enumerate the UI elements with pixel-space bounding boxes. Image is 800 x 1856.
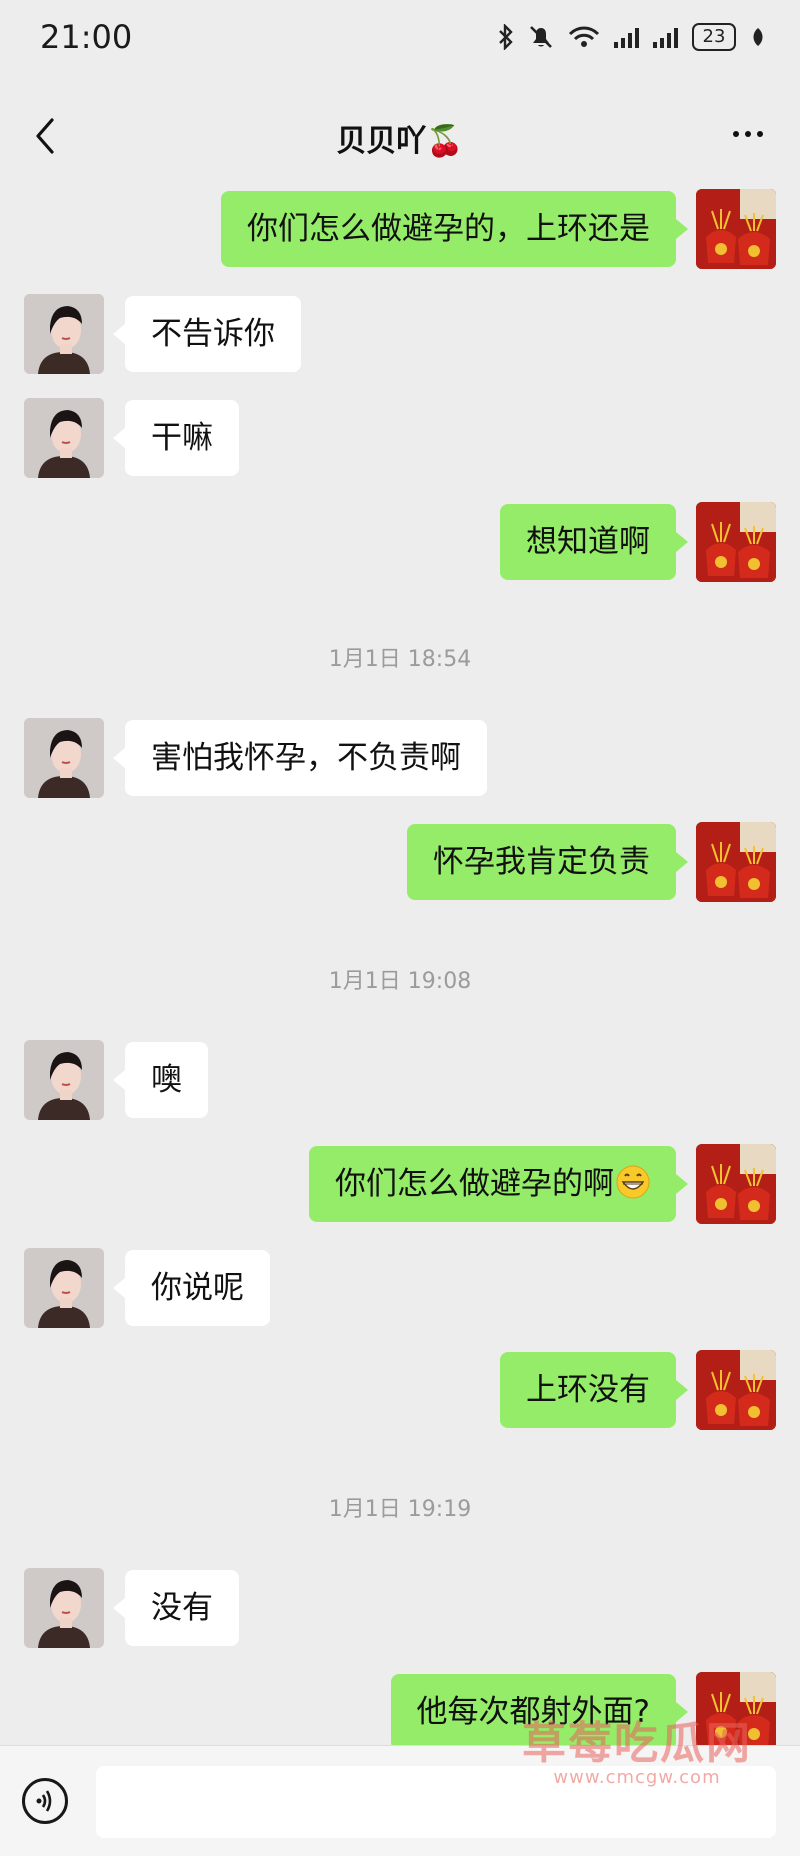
wifi-icon [568, 26, 600, 47]
more-dots-icon[interactable] [730, 122, 770, 146]
received-message-bubble[interactable]: 不告诉你 [113, 296, 301, 372]
message-row: 你们怎么做避孕的，上环还是 [0, 189, 800, 269]
message-row: 想知道啊 [0, 502, 800, 582]
message-row: 你们怎么做避孕的啊 [0, 1144, 800, 1224]
received-message-bubble[interactable]: 害怕我怀孕，不负责啊 [113, 720, 487, 796]
my-avatar[interactable] [696, 1350, 776, 1430]
signal-strength-icon [614, 26, 639, 48]
chat-header: 贝贝吖🍒 [0, 88, 800, 184]
status-time: 21:00 [40, 18, 133, 56]
voice-icon[interactable] [22, 1778, 68, 1824]
message-row: 没有 [0, 1568, 800, 1648]
message-row: 怀孕我肯定负责 [0, 822, 800, 902]
status-icons: 23 [498, 22, 766, 52]
message-row: 上环没有 [0, 1350, 800, 1430]
status-bar: 21:00 23 [0, 0, 800, 80]
timestamp: 1月1日 19:19 [328, 1497, 472, 1522]
sent-message-bubble[interactable]: 你们怎么做避孕的啊 [309, 1146, 688, 1222]
my-avatar[interactable] [696, 822, 776, 902]
watermark-text: 草莓吃瓜网 [522, 1718, 752, 1769]
received-message-bubble[interactable]: 干嘛 [113, 400, 239, 476]
sent-message-bubble[interactable]: 怀孕我肯定负责 [407, 824, 688, 900]
timestamp: 1月1日 19:08 [328, 969, 472, 994]
contact-avatar[interactable] [24, 294, 104, 374]
received-message-bubble[interactable]: 没有 [113, 1570, 239, 1646]
timestamp: 1月1日 18:54 [328, 647, 472, 672]
my-avatar[interactable] [696, 1144, 776, 1224]
received-message-bubble[interactable]: 你说呢 [113, 1250, 270, 1326]
contact-avatar[interactable] [24, 1040, 104, 1120]
sent-message-bubble[interactable]: 上环没有 [500, 1352, 688, 1428]
my-avatar[interactable] [696, 189, 776, 269]
sent-message-bubble[interactable]: 你们怎么做避孕的，上环还是 [221, 191, 688, 267]
received-message-bubble[interactable]: 噢 [113, 1042, 208, 1118]
contact-avatar[interactable] [24, 718, 104, 798]
signal-strength-icon-2 [653, 26, 678, 48]
my-avatar[interactable] [696, 502, 776, 582]
chat-title[interactable]: 贝贝吖🍒 [0, 116, 800, 160]
bluetooth-icon [499, 24, 513, 50]
watermark-url: www.cmcgw.com [553, 1767, 721, 1788]
contact-avatar[interactable] [24, 398, 104, 478]
message-row: 噢 [0, 1040, 800, 1120]
contact-avatar[interactable] [24, 1248, 104, 1328]
grinning-face-icon [616, 1165, 650, 1199]
contact-avatar[interactable] [24, 1568, 104, 1648]
battery-level: 23 [692, 23, 736, 51]
message-row: 不告诉你 [0, 294, 800, 374]
message-row: 你说呢 [0, 1248, 800, 1328]
sent-message-bubble[interactable]: 想知道啊 [500, 504, 688, 580]
message-row: 干嘛 [0, 398, 800, 478]
watermark: 草莓吃瓜网 www.cmcgw.com [522, 1707, 752, 1788]
mute-bell-icon [530, 26, 552, 48]
message-row: 害怕我怀孕，不负责啊 [0, 718, 800, 798]
leaf-icon [753, 28, 763, 46]
